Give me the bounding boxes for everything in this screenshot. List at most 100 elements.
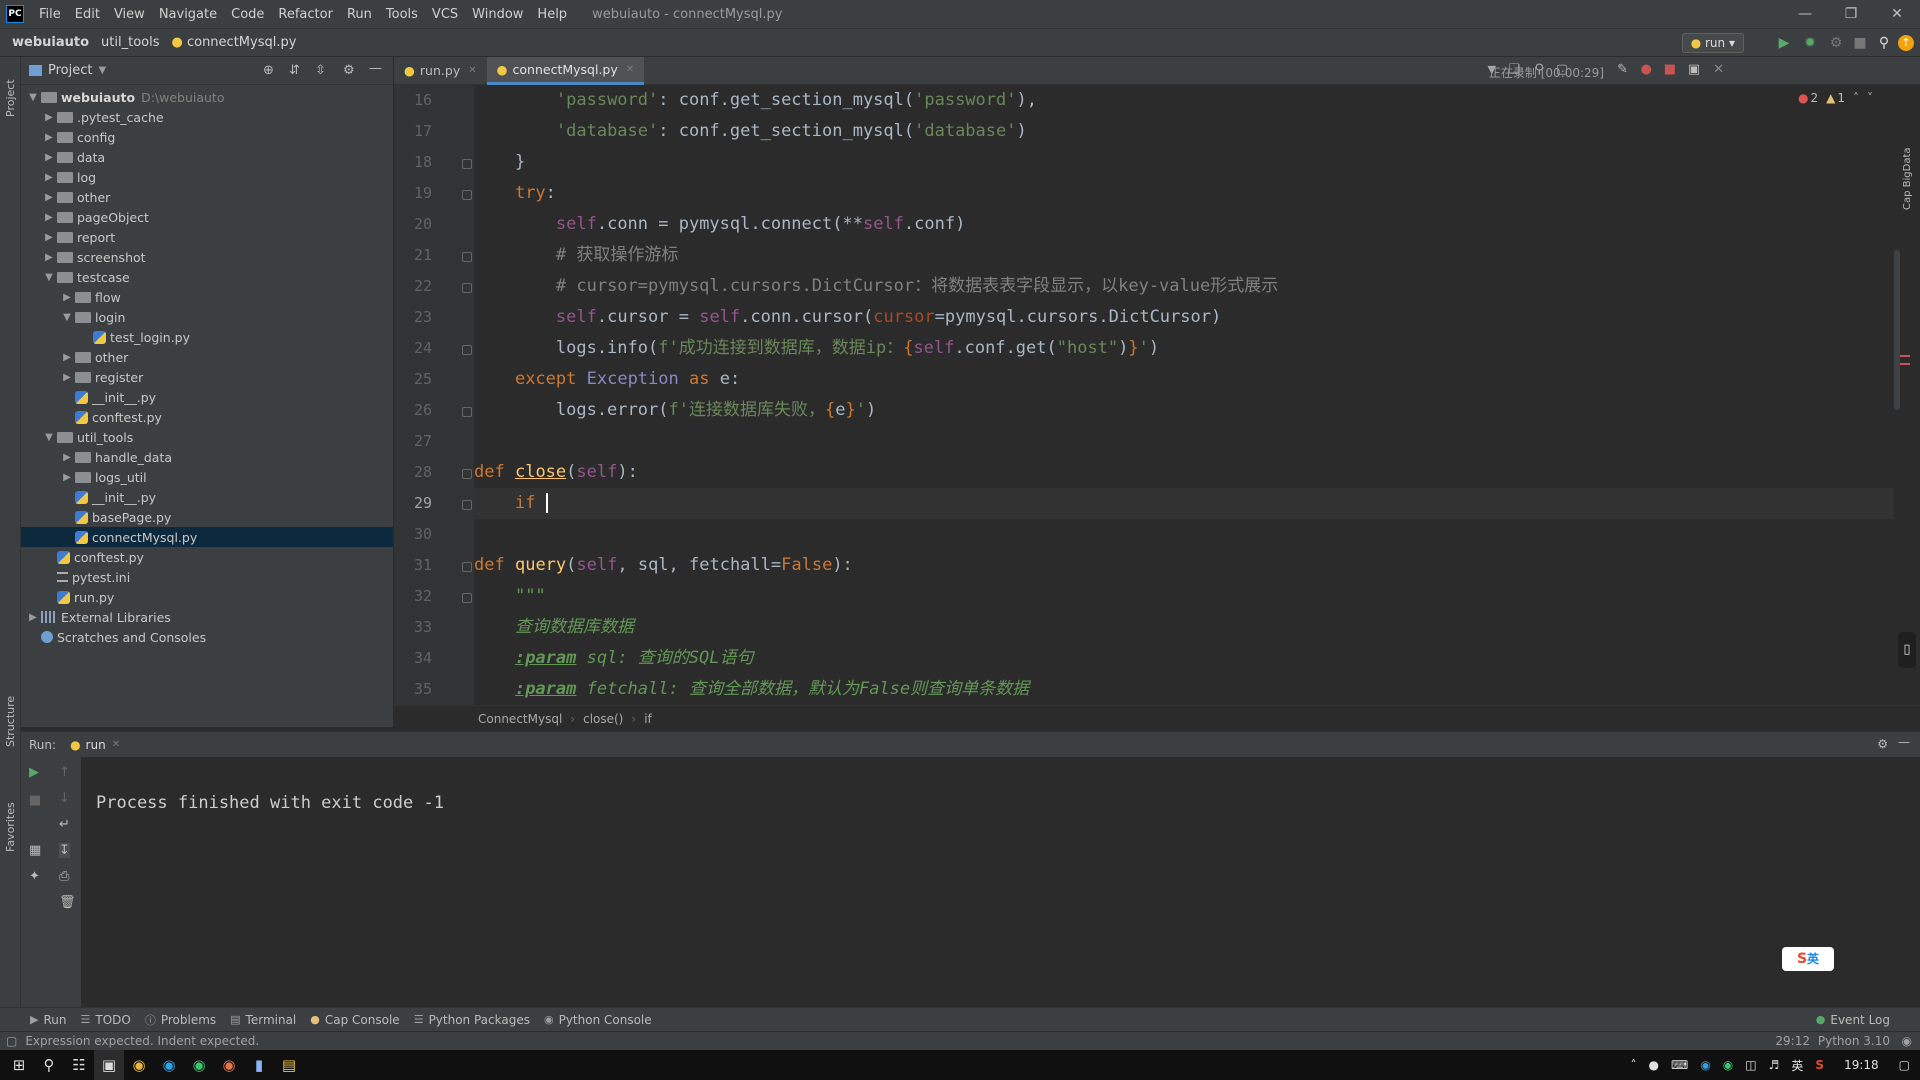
stop-record-icon[interactable]: ■	[1664, 62, 1676, 77]
debug-icon[interactable]: ✹	[1802, 35, 1818, 51]
fold-marker-icon[interactable]	[462, 500, 472, 510]
chevron-right-icon[interactable]: ▶	[41, 112, 57, 123]
tree-item-basepage[interactable]: basePage.py	[21, 507, 393, 527]
print-icon[interactable]: ⎙	[59, 869, 69, 884]
menu-window[interactable]: Window	[465, 7, 530, 22]
windows-start-icon[interactable]: ⊞	[4, 1050, 34, 1080]
file-explorer-icon[interactable]: ▤	[274, 1050, 304, 1080]
tree-item-pageobject[interactable]: ▶ pageObject	[21, 207, 393, 227]
microphone-icon[interactable]: ●	[1649, 1058, 1659, 1072]
tree-item-testcase[interactable]: ▼ testcase	[21, 267, 393, 287]
tree-item-conftest-root[interactable]: conftest.py	[21, 547, 393, 567]
stop-icon[interactable]: ■	[29, 793, 41, 808]
menu-navigate[interactable]: Navigate	[152, 7, 224, 22]
structure-tool-button[interactable]: Structure	[4, 696, 17, 747]
tree-item-test-login[interactable]: test_login.py	[21, 327, 393, 347]
close-icon[interactable]: ✕	[1713, 62, 1724, 77]
stop-icon[interactable]: ■	[1852, 35, 1868, 51]
tree-item-run-py[interactable]: run.py	[21, 587, 393, 607]
tree-item-data[interactable]: ▶ data	[21, 147, 393, 167]
chevron-right-icon[interactable]: ▶	[25, 612, 41, 623]
notification-icon[interactable]: ▢	[1899, 1058, 1910, 1072]
fold-marker-icon[interactable]	[462, 252, 472, 262]
tree-item-report[interactable]: ▶ report	[21, 227, 393, 247]
keyboard-icon[interactable]: ⌨	[1671, 1058, 1688, 1072]
up-arrow-icon[interactable]: ↑	[59, 765, 70, 780]
pin-icon[interactable]: ✦	[29, 869, 40, 884]
coverage-icon[interactable]: ⚙	[1828, 35, 1844, 51]
down-arrow-icon[interactable]: ↓	[59, 791, 70, 806]
expand-all-icon[interactable]: ⇵	[289, 63, 300, 78]
chevron-right-icon[interactable]: ▶	[59, 472, 75, 483]
project-tool-button[interactable]: Project	[4, 79, 17, 117]
tree-item-init-util[interactable]: __init__.py	[21, 487, 393, 507]
breadcrumb-statement[interactable]: if	[644, 712, 652, 726]
run-tab[interactable]: run	[86, 738, 106, 752]
fold-marker-icon[interactable]	[462, 469, 472, 479]
close-tab-icon[interactable]: ✕	[626, 64, 634, 75]
caret-position[interactable]: 29:12	[1775, 1034, 1810, 1048]
tool-tab-python-packages[interactable]: ☰ Python Packages	[414, 1013, 530, 1027]
code-editor[interactable]: 'password': conf.get_section_mysql('pass…	[474, 85, 1894, 705]
run-console-output[interactable]: Process finished with exit code -1 S英	[81, 757, 1920, 1007]
fold-marker-icon[interactable]	[462, 190, 472, 200]
tree-item-external-libraries[interactable]: ▶ External Libraries	[21, 607, 393, 627]
ime-badge[interactable]: S英	[1782, 947, 1834, 971]
camera-icon[interactable]: ▣	[1688, 62, 1700, 77]
editor-scrollbar[interactable]: Cap BigData ▯	[1894, 85, 1920, 705]
tree-item-other-testcase[interactable]: ▶ other	[21, 347, 393, 367]
tree-item-pytest-ini[interactable]: pytest.ini	[21, 567, 393, 587]
chevron-down-icon[interactable]: ▼	[41, 432, 57, 443]
collapse-all-icon[interactable]: ⇳	[315, 63, 326, 78]
run-config-select[interactable]: ● run ▾	[1681, 33, 1744, 53]
network-icon[interactable]: ◫	[1745, 1058, 1756, 1072]
app-browser-icon[interactable]: ◉	[214, 1050, 244, 1080]
close-icon[interactable]: ✕	[1874, 0, 1920, 28]
project-title[interactable]: Project	[48, 63, 92, 78]
tree-item-flow[interactable]: ▶ flow	[21, 287, 393, 307]
error-marker[interactable]	[1900, 355, 1910, 357]
edge-icon[interactable]: ◉	[154, 1050, 184, 1080]
app-tray-icon[interactable]: ◉	[1700, 1058, 1710, 1072]
fold-marker-icon[interactable]	[462, 345, 472, 355]
chevron-right-icon[interactable]: ▶	[41, 192, 57, 203]
scroll-to-end-icon[interactable]: ↧	[59, 843, 70, 858]
menu-edit[interactable]: Edit	[68, 7, 107, 22]
chevron-right-icon[interactable]: ▶	[41, 252, 57, 263]
scrollbar-thumb[interactable]	[1894, 250, 1900, 410]
nav-crumb-folder[interactable]: util_tools	[95, 35, 165, 50]
tool-tab-cap-console[interactable]: ● Cap Console	[310, 1013, 399, 1027]
chevron-up-icon[interactable]: ˄	[1631, 1058, 1637, 1072]
close-tab-icon[interactable]: ✕	[468, 65, 476, 76]
chevron-up-icon[interactable]: ˄	[1853, 91, 1859, 105]
nav-crumb-project[interactable]: webuiauto	[0, 35, 95, 50]
fold-marker-icon[interactable]	[462, 407, 472, 417]
volume-icon[interactable]: ♬	[1769, 1058, 1780, 1072]
tree-item-log[interactable]: ▶ log	[21, 167, 393, 187]
search-everywhere-icon[interactable]: ⚲	[1876, 35, 1892, 51]
breadcrumb-class[interactable]: ConnectMysql	[478, 712, 562, 726]
chevron-right-icon[interactable]: ▶	[59, 452, 75, 463]
hide-icon[interactable]: —	[1898, 735, 1910, 749]
tool-tab-run[interactable]: ▶ Run	[30, 1013, 66, 1027]
lock-icon[interactable]: ◉	[1902, 1034, 1912, 1048]
menu-file[interactable]: File	[32, 7, 68, 22]
menu-run[interactable]: Run	[340, 7, 379, 22]
run-icon[interactable]: ▶	[1776, 35, 1792, 51]
restore-icon[interactable]: ❐	[1828, 0, 1874, 28]
chevron-right-icon[interactable]: ▶	[59, 292, 75, 303]
chevron-right-icon[interactable]: ▶	[41, 212, 57, 223]
gear-icon[interactable]: ⚙	[1877, 737, 1888, 751]
update-icon[interactable]: ↑	[1898, 35, 1914, 51]
chevron-down-icon[interactable]: ▼	[98, 65, 106, 76]
tree-item-init-testcase[interactable]: __init__.py	[21, 387, 393, 407]
fold-marker-icon[interactable]	[462, 283, 472, 293]
chevron-right-icon[interactable]: ▶	[41, 152, 57, 163]
ime-indicator[interactable]: 英	[1791, 1057, 1803, 1074]
tree-item-other[interactable]: ▶ other	[21, 187, 393, 207]
inspection-widget[interactable]: ● 2 ▲ 1 ˄ ˅	[1798, 91, 1873, 105]
chevron-right-icon[interactable]: ▶	[41, 172, 57, 183]
chevron-right-icon[interactable]: ▶	[59, 352, 75, 363]
sogou-icon[interactable]: S	[1815, 1058, 1824, 1072]
tool-tab-terminal[interactable]: ▤ Terminal	[230, 1013, 296, 1027]
